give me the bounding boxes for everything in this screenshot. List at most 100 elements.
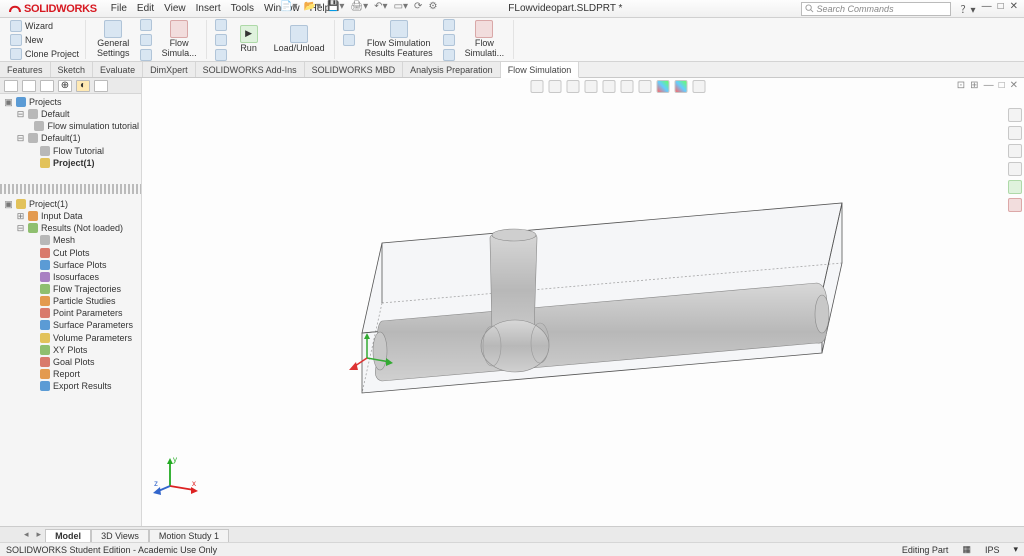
tree-item[interactable]: ⊟Results (Not loaded): [2, 222, 139, 234]
tree-item[interactable]: Point Parameters: [2, 307, 139, 319]
status-dropdown-icon[interactable]: ▾: [1013, 544, 1018, 555]
run-small-1[interactable]: [213, 18, 229, 32]
res-small-3[interactable]: [441, 18, 457, 32]
bottom-tab-model[interactable]: Model: [45, 529, 91, 542]
tab-addins[interactable]: SOLIDWORKS Add-Ins: [196, 62, 305, 77]
tree-separator[interactable]: [0, 184, 141, 194]
tree-item[interactable]: Surface Plots: [2, 259, 139, 271]
zoom-area-icon[interactable]: [549, 80, 562, 93]
minimize-icon[interactable]: —: [982, 1, 992, 16]
settings-small-2[interactable]: [138, 33, 154, 47]
qat-print-icon[interactable]: 🖨▾: [350, 1, 368, 12]
run-small-3[interactable]: [213, 48, 229, 62]
view-orientation-icon[interactable]: [603, 80, 616, 93]
qat-save-icon[interactable]: 💾▾: [327, 1, 344, 12]
menu-edit[interactable]: Edit: [137, 3, 154, 14]
tab-scroll-right[interactable]: ▸: [33, 529, 46, 540]
general-settings-button[interactable]: General Settings: [92, 18, 135, 62]
settings-small-3[interactable]: [138, 48, 154, 62]
tree-item[interactable]: Report: [2, 368, 139, 380]
res-small-2[interactable]: [341, 33, 357, 47]
tab-sketch[interactable]: Sketch: [51, 62, 94, 77]
tree-item[interactable]: Export Results: [2, 380, 139, 392]
menu-view[interactable]: View: [164, 3, 186, 14]
help-icon[interactable]: ？▾: [961, 1, 976, 16]
previous-view-icon[interactable]: [567, 80, 580, 93]
clone-project-button[interactable]: Clone Project: [8, 47, 81, 61]
tab-dimxpert[interactable]: DimXpert: [143, 62, 196, 77]
section-view-icon[interactable]: [585, 80, 598, 93]
tree-item[interactable]: Surface Parameters: [2, 319, 139, 331]
vp-maximize-icon[interactable]: □: [999, 80, 1005, 91]
tree-item[interactable]: Flow Tutorial: [2, 145, 139, 157]
vp-control-2[interactable]: ⊞: [970, 80, 978, 91]
fm-tab-5[interactable]: ◐: [76, 80, 90, 92]
tree-root-projects[interactable]: ▣Projects: [2, 96, 139, 108]
res-small-5[interactable]: [441, 48, 457, 62]
tree-item[interactable]: ⊟Default: [2, 108, 139, 120]
graphics-viewport[interactable]: ⊡ ⊞ — □ ✕: [142, 78, 1024, 526]
res-small-4[interactable]: [441, 33, 457, 47]
tree-item[interactable]: Volume Parameters: [2, 332, 139, 344]
flow-simulation-button[interactable]: Flow Simula...: [157, 18, 202, 62]
new-button[interactable]: New: [8, 33, 81, 47]
status-units[interactable]: IPS: [985, 545, 1000, 555]
apply-scene-icon[interactable]: [675, 80, 688, 93]
tree-root-project[interactable]: ▣Project(1): [2, 198, 139, 210]
results-features-button[interactable]: Flow Simulation Results Features: [360, 18, 438, 62]
taskpane-appearances-icon[interactable]: [1008, 180, 1022, 194]
vp-control-1[interactable]: ⊡: [957, 80, 965, 91]
wizard-button[interactable]: Wizard: [8, 19, 81, 33]
fm-tab-3[interactable]: [40, 80, 54, 92]
tab-features[interactable]: Features: [0, 62, 51, 77]
tab-evaluate[interactable]: Evaluate: [93, 62, 143, 77]
tree-item[interactable]: Flow simulation tutorial: [2, 120, 139, 132]
taskpane-file-explorer-icon[interactable]: [1008, 144, 1022, 158]
fm-tab-2[interactable]: [22, 80, 36, 92]
edit-appearance-icon[interactable]: [657, 80, 670, 93]
tree-item[interactable]: Cut Plots: [2, 247, 139, 259]
vp-minimize-icon[interactable]: —: [984, 80, 994, 91]
taskpane-view-palette-icon[interactable]: [1008, 162, 1022, 176]
tree-item[interactable]: Project(1): [2, 157, 139, 169]
run-small-2[interactable]: [213, 33, 229, 47]
search-commands-input[interactable]: Search Commands: [801, 2, 951, 16]
qat-select-icon[interactable]: ▭▾: [394, 1, 408, 12]
bottom-tab-motion-study[interactable]: Motion Study 1: [149, 529, 229, 542]
qat-open-icon[interactable]: 📂▾: [303, 1, 320, 12]
tree-item[interactable]: Particle Studies: [2, 295, 139, 307]
qat-options-icon[interactable]: ⚙: [428, 1, 437, 12]
tab-analysis-prep[interactable]: Analysis Preparation: [403, 62, 501, 77]
tab-mbd[interactable]: SOLIDWORKS MBD: [305, 62, 404, 77]
tab-scroll-left[interactable]: ◂: [20, 529, 33, 540]
tree-item[interactable]: Mesh: [2, 234, 139, 246]
bottom-tab-3dviews[interactable]: 3D Views: [91, 529, 149, 542]
hide-show-icon[interactable]: [639, 80, 652, 93]
menu-tools[interactable]: Tools: [231, 3, 254, 14]
taskpane-resources-icon[interactable]: [1008, 108, 1022, 122]
display-style-icon[interactable]: [621, 80, 634, 93]
fm-tab-1[interactable]: [4, 80, 18, 92]
tab-flow-simulation[interactable]: Flow Simulation: [501, 62, 580, 78]
close-icon[interactable]: ✕: [1010, 1, 1018, 16]
tree-item[interactable]: Goal Plots: [2, 356, 139, 368]
menu-file[interactable]: File: [111, 3, 127, 14]
load-unload-button[interactable]: Load/Unload: [269, 18, 330, 62]
tree-item[interactable]: Isosurfaces: [2, 271, 139, 283]
tree-item[interactable]: ⊞Input Data: [2, 210, 139, 222]
zoom-fit-icon[interactable]: [531, 80, 544, 93]
menu-insert[interactable]: Insert: [196, 3, 221, 14]
view-settings-icon[interactable]: [693, 80, 706, 93]
res-small-1[interactable]: [341, 18, 357, 32]
flow-simulation-button-2[interactable]: Flow Simulati...: [460, 18, 510, 62]
vp-close-icon[interactable]: ✕: [1010, 80, 1018, 91]
tree-item[interactable]: XY Plots: [2, 344, 139, 356]
settings-small-1[interactable]: [138, 18, 154, 32]
tree-item[interactable]: ⊟Default(1): [2, 132, 139, 144]
status-flag-icon[interactable]: ▦: [962, 544, 971, 555]
fm-tab-4[interactable]: ⊕: [58, 80, 72, 92]
tree-item[interactable]: Flow Trajectories: [2, 283, 139, 295]
qat-undo-icon[interactable]: ↶▾: [374, 1, 387, 12]
taskpane-custom-props-icon[interactable]: [1008, 198, 1022, 212]
qat-new-icon[interactable]: 📄▾: [280, 1, 297, 12]
